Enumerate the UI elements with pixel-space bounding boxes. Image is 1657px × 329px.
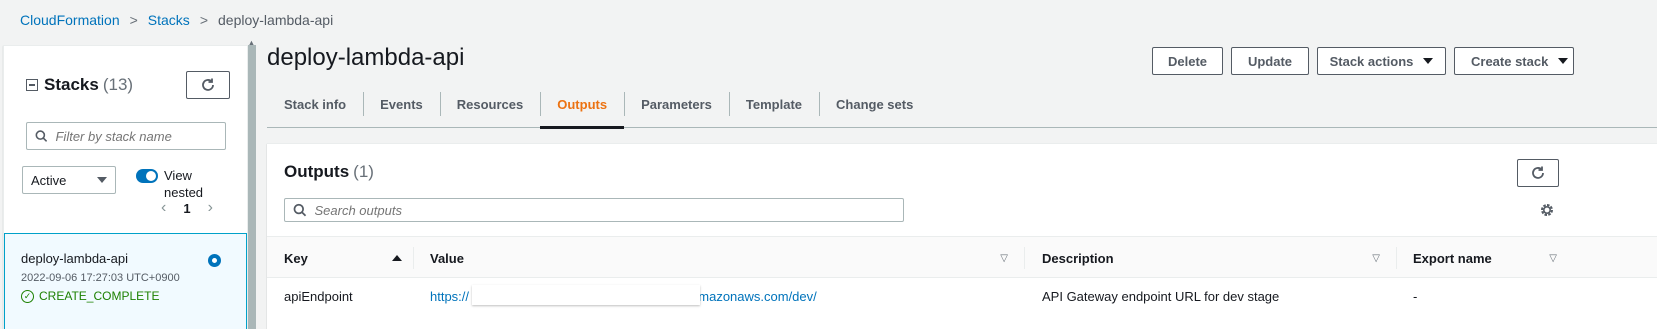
stack-list-item[interactable]: deploy-lambda-api 2022-09-06 17:27:03 UT… xyxy=(4,233,247,329)
stacks-panel: Stacks (13) Active View nested ‹ 1 › dep… xyxy=(3,45,248,329)
collapse-icon[interactable] xyxy=(26,79,38,91)
stacks-pagination: ‹ 1 › xyxy=(161,199,213,217)
tab-template[interactable]: Template xyxy=(728,82,819,128)
stack-name[interactable]: deploy-lambda-api xyxy=(21,251,128,266)
outputs-search-input[interactable] xyxy=(314,202,903,218)
page-title: deploy-lambda-api xyxy=(267,44,465,71)
breadcrumb: CloudFormation > Stacks > deploy-lambda-… xyxy=(20,12,333,28)
sort-icon: ▽ xyxy=(1549,252,1557,264)
view-nested-label-2: nested xyxy=(164,185,204,200)
chevron-left-icon[interactable]: ‹ xyxy=(161,199,166,217)
output-description: API Gateway endpoint URL for dev stage xyxy=(1042,288,1280,304)
tab-resources[interactable]: Resources xyxy=(439,82,540,128)
tab-change-sets[interactable]: Change sets xyxy=(819,82,930,128)
stacks-panel-title: Stacks xyxy=(44,75,99,94)
stacks-panel-header: Stacks (13) xyxy=(26,75,133,95)
column-header-key[interactable]: Key xyxy=(284,237,402,279)
delete-button[interactable]: Delete xyxy=(1152,47,1223,75)
sort-icon: ▽ xyxy=(1000,252,1008,264)
redaction-box xyxy=(472,285,700,305)
panel-scrollbar[interactable] xyxy=(248,45,256,329)
sort-ascending-icon xyxy=(392,255,402,261)
view-nested-label: View xyxy=(164,168,192,183)
chevron-right-icon[interactable]: › xyxy=(208,199,213,217)
column-description-label: Description xyxy=(1042,250,1114,266)
column-divider[interactable] xyxy=(413,247,414,269)
breadcrumb-cloudformation[interactable]: CloudFormation xyxy=(20,12,120,28)
table-row: apiEndpoint https:// amazonaws.com/dev/ … xyxy=(267,278,1657,318)
stack-filter-input[interactable] xyxy=(55,128,225,144)
stack-tabs: Stack info Events Resources Outputs Para… xyxy=(267,82,1657,129)
column-divider[interactable] xyxy=(1396,247,1397,269)
outputs-header: Outputs (1) xyxy=(284,162,374,182)
stack-status-text: CREATE_COMPLETE xyxy=(39,289,160,303)
caret-down-icon xyxy=(1558,58,1569,64)
breadcrumb-separator-icon: > xyxy=(199,12,208,28)
refresh-icon xyxy=(202,78,214,91)
status-filter-value: Active xyxy=(31,172,67,188)
search-icon xyxy=(293,203,307,217)
breadcrumb-stacks[interactable]: Stacks xyxy=(148,12,190,28)
column-header-export-name[interactable]: Export name ▽ xyxy=(1413,237,1557,279)
refresh-icon xyxy=(1532,166,1544,179)
column-header-value[interactable]: Value ▽ xyxy=(430,237,1008,279)
column-value-label: Value xyxy=(430,250,464,266)
create-stack-button[interactable]: Create stack xyxy=(1454,47,1574,75)
tab-parameters[interactable]: Parameters xyxy=(624,82,729,128)
stack-status: ✓ CREATE_COMPLETE xyxy=(21,289,159,303)
stack-actions-label: Stack actions xyxy=(1329,53,1414,69)
tab-events[interactable]: Events xyxy=(363,82,440,128)
breadcrumb-separator-icon: > xyxy=(129,12,138,28)
search-icon xyxy=(35,130,48,142)
stacks-count: (13) xyxy=(102,75,134,94)
column-key-label: Key xyxy=(284,250,308,266)
stack-select-radio[interactable] xyxy=(208,254,221,267)
outputs-panel: Outputs (1) Key Value ▽ xyxy=(267,143,1657,329)
check-circle-icon: ✓ xyxy=(21,289,34,303)
stack-actions-button[interactable]: Stack actions xyxy=(1317,47,1446,75)
stack-actions-toolbar: Delete Update Stack actions Create stack xyxy=(1152,47,1574,75)
output-value-suffix[interactable]: amazonaws.com/dev/ xyxy=(691,289,817,304)
tab-outputs[interactable]: Outputs xyxy=(540,82,624,129)
output-value-prefix[interactable]: https:// xyxy=(430,289,469,304)
table-header: Key Value ▽ Description ▽ Export name ▽ xyxy=(267,236,1657,278)
sort-icon: ▽ xyxy=(1372,252,1380,264)
stack-filter-field[interactable] xyxy=(26,122,226,150)
gear-icon[interactable] xyxy=(1539,202,1555,218)
tab-stack-info[interactable]: Stack info xyxy=(267,82,363,128)
column-divider[interactable] xyxy=(1024,247,1025,269)
column-header-description[interactable]: Description ▽ xyxy=(1042,237,1380,279)
caret-down-icon xyxy=(1423,58,1434,64)
outputs-table: Key Value ▽ Description ▽ Export name ▽ … xyxy=(267,236,1657,318)
stack-timestamp: 2022-09-06 17:27:03 UTC+0900 xyxy=(21,272,180,284)
column-export-name-label: Export name xyxy=(1413,250,1492,266)
outputs-count: (1) xyxy=(353,162,374,181)
breadcrumb-current: deploy-lambda-api xyxy=(218,12,334,28)
status-filter-select[interactable]: Active xyxy=(22,166,116,194)
current-page[interactable]: 1 xyxy=(183,201,190,216)
view-nested-toggle[interactable] xyxy=(136,169,158,183)
update-button[interactable]: Update xyxy=(1231,47,1309,75)
output-export-name: - xyxy=(1413,288,1418,304)
outputs-refresh-button[interactable] xyxy=(1517,159,1559,187)
create-stack-label: Create stack xyxy=(1471,53,1549,69)
outputs-title: Outputs xyxy=(284,162,350,181)
outputs-search-field[interactable] xyxy=(284,198,904,222)
stacks-refresh-button[interactable] xyxy=(186,71,230,99)
output-key: apiEndpoint xyxy=(284,288,353,304)
caret-down-icon xyxy=(97,177,107,183)
